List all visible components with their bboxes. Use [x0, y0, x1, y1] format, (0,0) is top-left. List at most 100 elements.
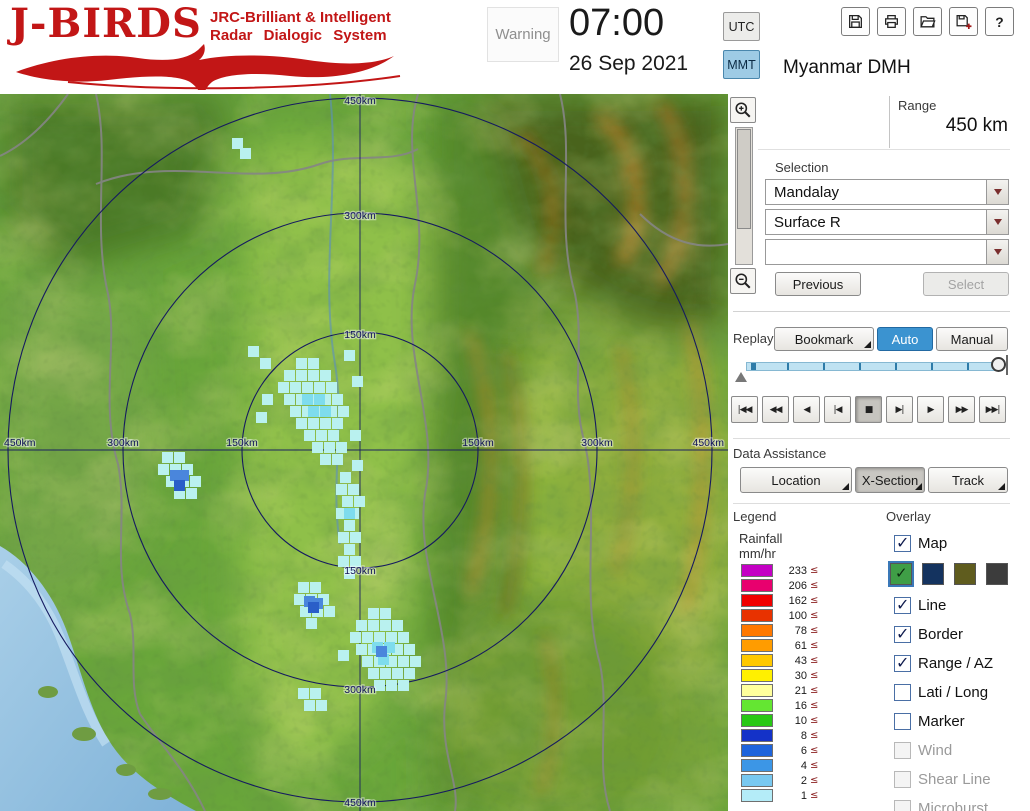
radar-map[interactable]: 450km 300km 150km 150km 300km 450km 450k…	[0, 94, 728, 811]
overlay-item-border[interactable]: Border	[886, 620, 1028, 649]
transport-fast-rewind-button[interactable]: ◀◀	[762, 396, 789, 423]
zoom-slider[interactable]	[735, 127, 753, 265]
replay-label: Replay	[733, 331, 773, 346]
legend-value: 233	[777, 565, 807, 577]
legend-swatch	[741, 594, 773, 607]
legend-row: 21≤	[741, 683, 818, 698]
chevron-down-icon	[994, 189, 1002, 195]
zoom-in-button[interactable]	[730, 97, 756, 123]
map-style-dark-blue[interactable]	[922, 563, 944, 585]
ring-label: 300km	[581, 437, 613, 449]
transport-step-back-button[interactable]: |◀	[824, 396, 851, 423]
site-dropdown[interactable]: Mandalay	[765, 179, 1009, 205]
save-button[interactable]	[841, 7, 870, 36]
transport-step-forward-button[interactable]: ▶|	[886, 396, 913, 423]
selection-label: Selection	[775, 160, 828, 175]
data-assist-track-button[interactable]: Track	[928, 467, 1008, 493]
legend-swatch	[741, 624, 773, 637]
previous-button[interactable]: Previous	[775, 272, 861, 296]
overlay-item-map[interactable]: Map	[886, 530, 1028, 557]
zoom-slider-thumb[interactable]	[737, 129, 751, 229]
replay-timeline[interactable]	[746, 362, 1003, 371]
data-assist-x-section-button[interactable]: X-Section	[855, 467, 925, 493]
select-button[interactable]: Select	[923, 272, 1009, 296]
timeline-thumb[interactable]	[991, 357, 1006, 372]
site-dropdown-button[interactable]	[986, 180, 1008, 204]
export-button[interactable]	[949, 7, 978, 36]
legend-swatch	[741, 579, 773, 592]
mmt-button[interactable]: MMT	[723, 50, 760, 79]
legend-row: 2≤	[741, 773, 818, 788]
checkbox[interactable]	[894, 655, 911, 672]
terrain	[0, 94, 728, 811]
ring-label: 150km	[226, 437, 258, 449]
legend-swatch	[741, 789, 773, 802]
extra-dropdown-button[interactable]	[986, 240, 1008, 264]
legend-row: 10≤	[741, 713, 818, 728]
logo-tagline-1: JRC-Brilliant & Intelligent	[210, 9, 391, 27]
legend-operator: ≤	[810, 760, 818, 771]
legend-operator: ≤	[810, 790, 818, 801]
legend-value: 162	[777, 595, 807, 607]
overlay-item-lati-long[interactable]: Lati / Long	[886, 678, 1028, 707]
ring-label: 450km	[344, 797, 376, 809]
checkbox[interactable]	[894, 535, 911, 552]
legend-swatch	[741, 729, 773, 742]
extra-dropdown[interactable]	[765, 239, 1009, 265]
checkbox[interactable]	[894, 626, 911, 643]
legend-swatch	[741, 759, 773, 772]
overlay-label: Range / AZ	[918, 655, 993, 672]
checkbox[interactable]	[894, 597, 911, 614]
checkbox[interactable]	[894, 771, 911, 788]
overlay-item-shear-line[interactable]: Shear Line	[886, 765, 1028, 794]
transport-play-reverse-button[interactable]: ◀	[793, 396, 820, 423]
utc-button[interactable]: UTC	[723, 12, 760, 41]
product-dropdown-button[interactable]	[986, 210, 1008, 234]
transport-stop-button[interactable]: ■	[855, 396, 882, 423]
transport-skip-end-button[interactable]: ▶▶|	[979, 396, 1006, 423]
data-assist-location-button[interactable]: Location	[740, 467, 852, 493]
overlay-label: Overlay	[886, 509, 931, 524]
divider	[733, 311, 1010, 312]
product-dropdown[interactable]: Surface R	[765, 209, 1009, 235]
map-style-dark-gray[interactable]	[986, 563, 1008, 585]
overlay-item-wind[interactable]: Wind	[886, 736, 1028, 765]
legend-row: 8≤	[741, 728, 818, 743]
print-button[interactable]	[877, 7, 906, 36]
overlay-item-range-az[interactable]: Range / AZ	[886, 649, 1028, 678]
product-dropdown-value: Surface R	[766, 214, 986, 231]
legend-swatch	[741, 774, 773, 787]
map-style-olive[interactable]	[954, 563, 976, 585]
transport-play-button[interactable]: ▶	[917, 396, 944, 423]
overlay-item-microburst[interactable]: Microburst	[886, 794, 1028, 811]
bookmark-button[interactable]: Bookmark	[774, 327, 874, 351]
transport-skip-start-button[interactable]: |◀◀	[731, 396, 758, 423]
divider	[758, 149, 1010, 150]
legend-operator: ≤	[810, 700, 818, 711]
auto-button[interactable]: Auto	[877, 327, 933, 351]
overlay-item-marker[interactable]: Marker	[886, 707, 1028, 736]
legend-unit-line1: Rainfall	[739, 531, 782, 546]
checkbox[interactable]	[894, 684, 911, 701]
legend-row: 43≤	[741, 653, 818, 668]
ring-label: 450km	[4, 437, 36, 449]
divider	[733, 438, 1010, 439]
warning-indicator[interactable]: Warning	[487, 7, 559, 62]
checkbox[interactable]	[894, 742, 911, 759]
zoom-in-icon	[734, 101, 752, 119]
zoom-out-button[interactable]	[730, 268, 756, 294]
ring-label: 450km	[692, 437, 724, 449]
legend-operator: ≤	[810, 565, 818, 576]
transport-fast-forward-button[interactable]: ▶▶	[948, 396, 975, 423]
help-button[interactable]: ?	[985, 7, 1014, 36]
open-folder-button[interactable]	[913, 7, 942, 36]
checkbox[interactable]	[894, 800, 911, 811]
divider	[733, 503, 1010, 504]
overlay-label: Lati / Long	[918, 684, 988, 701]
map-style-terrain-green[interactable]	[890, 563, 912, 585]
overlay-item-line[interactable]: Line	[886, 591, 1028, 620]
manual-button[interactable]: Manual	[936, 327, 1008, 351]
legend-row: 78≤	[741, 623, 818, 638]
legend-operator: ≤	[810, 745, 818, 756]
checkbox[interactable]	[894, 713, 911, 730]
